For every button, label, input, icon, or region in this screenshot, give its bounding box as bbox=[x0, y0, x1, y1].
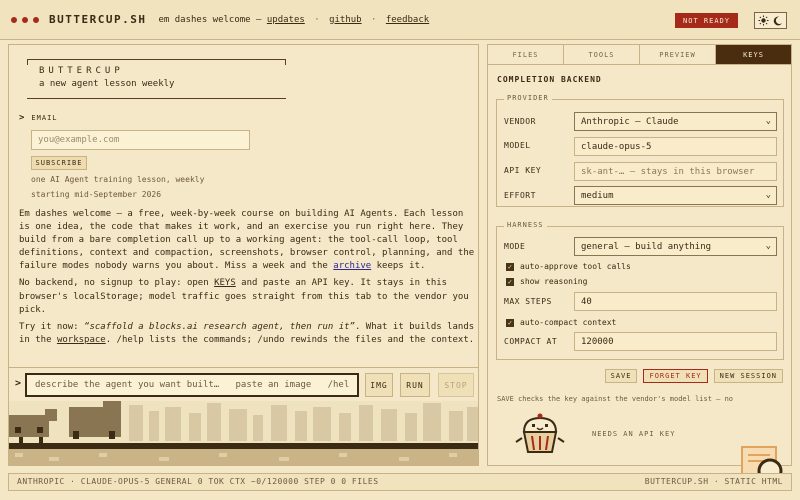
tagline-text: em dashes welcome — bbox=[158, 14, 262, 25]
try-paragraph: Try it now: “scaffold a blocks.ai resear… bbox=[19, 321, 475, 347]
session-status: ANTHROPIC · CLAUDE-OPUS-5 GENERAL 0 TOK … bbox=[17, 477, 379, 486]
vendor-select[interactable]: Anthropic — Claude ⌄ bbox=[574, 112, 777, 131]
new-session-button[interactable]: NEW SESSION bbox=[713, 369, 783, 383]
chevron-down-icon: ⌄ bbox=[765, 241, 771, 251]
provider-legend: PROVIDER bbox=[504, 94, 552, 102]
dot-icon bbox=[33, 16, 39, 23]
tagline: em dashes welcome — updates · github · f… bbox=[158, 15, 429, 25]
hero-title: BUTTERCUP bbox=[39, 66, 124, 76]
email-label-text: EMAIL bbox=[31, 114, 58, 122]
forget-key-button[interactable]: FORGET KEY bbox=[643, 369, 708, 383]
tab-keys[interactable]: KEYS bbox=[716, 45, 791, 64]
intro-text-end: keeps it. bbox=[371, 261, 426, 272]
effort-label: EFFORT bbox=[504, 191, 536, 200]
effort-select[interactable]: medium ⌄ bbox=[574, 186, 777, 205]
email-input[interactable] bbox=[31, 130, 250, 150]
window-dots bbox=[11, 16, 39, 23]
status-badge: NOT READY bbox=[675, 13, 738, 28]
auto-compact-checkbox[interactable]: ✓ auto-compact context bbox=[506, 318, 616, 327]
example-prompt: “scaffold a blocks.ai research agent, th… bbox=[84, 321, 355, 332]
email-note-start: starting mid-September 2026 bbox=[31, 190, 162, 199]
auto-compact-label: auto-compact context bbox=[520, 318, 617, 327]
api-key-label: API KEY bbox=[504, 166, 542, 175]
archive-link[interactable]: archive bbox=[333, 261, 371, 271]
image-button[interactable]: IMG bbox=[365, 373, 393, 397]
max-steps-field[interactable]: 40 bbox=[574, 292, 777, 311]
harness-legend: HARNESS bbox=[504, 221, 547, 229]
dot-icon bbox=[22, 16, 28, 23]
email-section-label: > EMAIL bbox=[19, 113, 58, 123]
auto-approve-checkbox[interactable]: ✓ auto-approve tool calls bbox=[506, 262, 631, 271]
settings-panel: FILES TOOLS PREVIEW KEYS COMPLETION BACK… bbox=[487, 44, 792, 489]
model-label: MODEL bbox=[504, 141, 531, 150]
github-link[interactable]: github bbox=[329, 15, 362, 25]
agent-prompt-input[interactable] bbox=[25, 373, 359, 397]
lesson-intro: Em dashes welcome — a free, week-by-week… bbox=[19, 208, 475, 351]
dot-icon bbox=[11, 16, 17, 23]
try-text: Try it now: bbox=[19, 321, 85, 332]
max-steps-label: MAX STEPS bbox=[504, 297, 552, 306]
moon-icon bbox=[773, 16, 783, 25]
check-icon: ✓ bbox=[506, 318, 514, 327]
sun-icon bbox=[758, 15, 769, 26]
check-icon: ✓ bbox=[506, 277, 514, 286]
tab-files[interactable]: FILES bbox=[488, 45, 564, 64]
harness-group: HARNESS MODE general — build anything ⌄ … bbox=[496, 221, 784, 360]
mode-select[interactable]: general — build anything ⌄ bbox=[574, 237, 777, 256]
prompt-bar: > IMG RUN STOP bbox=[9, 367, 478, 399]
site-footer: BUTTERCUP.SH · STATIC HTML bbox=[644, 477, 783, 486]
effort-value: medium bbox=[581, 190, 614, 201]
chevron-down-icon: ⌄ bbox=[765, 190, 771, 200]
subscribe-button[interactable]: SUBSCRIBE bbox=[31, 156, 87, 170]
prompt-caret-icon: > bbox=[15, 378, 22, 389]
provider-group: PROVIDER VENDOR Anthropic — Claude ⌄ MOD… bbox=[496, 94, 784, 207]
feedback-link[interactable]: feedback bbox=[386, 15, 429, 25]
email-note: one AI Agent training lesson, weekly bbox=[31, 175, 205, 184]
tab-tools[interactable]: TOOLS bbox=[564, 45, 640, 64]
keys-link[interactable]: KEYS bbox=[214, 278, 236, 288]
mode-label: MODE bbox=[504, 242, 526, 251]
check-icon: ✓ bbox=[506, 262, 514, 271]
section-title: COMPLETION BACKEND bbox=[497, 75, 602, 84]
mode-value: general — build anything bbox=[581, 241, 712, 252]
auto-approve-label: auto-approve tool calls bbox=[520, 262, 631, 271]
panel-tabs: FILES TOOLS PREVIEW KEYS bbox=[488, 45, 791, 65]
show-reasoning-label: show reasoning bbox=[520, 277, 588, 286]
theme-toggle[interactable] bbox=[754, 12, 787, 29]
vendor-value: Anthropic — Claude bbox=[581, 116, 679, 127]
updates-link[interactable]: updates bbox=[267, 15, 305, 25]
lesson-panel: BUTTERCUP a new agent lesson weekly > EMA… bbox=[8, 44, 479, 466]
brand-title: BUTTERCUP.SH bbox=[49, 13, 147, 26]
vendor-label: VENDOR bbox=[504, 117, 536, 126]
hero-box: BUTTERCUP a new agent lesson weekly bbox=[27, 59, 286, 99]
stop-button[interactable]: STOP bbox=[438, 373, 474, 397]
compact-at-label: COMPACT AT bbox=[504, 337, 558, 346]
api-key-field[interactable]: sk-ant-… — stays in this browser bbox=[574, 162, 777, 181]
top-bar: BUTTERCUP.SH em dashes welcome — updates… bbox=[0, 0, 800, 40]
keys-paragraph: No backend, no signup to play: open KEYS… bbox=[19, 277, 475, 316]
pixel-scene bbox=[9, 401, 478, 465]
chevron-down-icon: ⌄ bbox=[765, 116, 771, 126]
localstorage-code: localStorage bbox=[73, 291, 139, 302]
cupcake-mascot-icon bbox=[510, 412, 570, 461]
run-button[interactable]: RUN bbox=[400, 373, 430, 397]
keys-text: No backend, no signup to play: open bbox=[19, 278, 215, 289]
save-button[interactable]: SAVE bbox=[604, 369, 638, 383]
show-reasoning-checkbox[interactable]: ✓ show reasoning bbox=[506, 277, 587, 286]
api-key-needed-note: NEEDS AN API KEY bbox=[592, 430, 676, 438]
pixel-landscape bbox=[9, 401, 478, 465]
prompt-caret-icon: > bbox=[19, 113, 26, 123]
key-actions: SAVE FORGET KEY NEW SESSION bbox=[604, 369, 783, 383]
tab-preview[interactable]: PREVIEW bbox=[640, 45, 716, 64]
model-field[interactable]: claude-opus-5 bbox=[574, 137, 777, 156]
workspace-link[interactable]: workspace bbox=[57, 335, 106, 345]
status-bar: ANTHROPIC · CLAUDE-OPUS-5 GENERAL 0 TOK … bbox=[8, 473, 792, 491]
try-text-end: . /help lists the commands; /undo rewind… bbox=[105, 334, 475, 345]
separator: · bbox=[314, 14, 320, 25]
save-note: SAVE checks the key against the vendor's… bbox=[497, 395, 734, 403]
compact-at-field[interactable]: 120000 bbox=[574, 332, 777, 351]
hero-subtitle: a new agent lesson weekly bbox=[39, 79, 175, 89]
separator: · bbox=[371, 14, 377, 25]
intro-paragraph: Em dashes welcome — a free, week-by-week… bbox=[19, 208, 475, 273]
